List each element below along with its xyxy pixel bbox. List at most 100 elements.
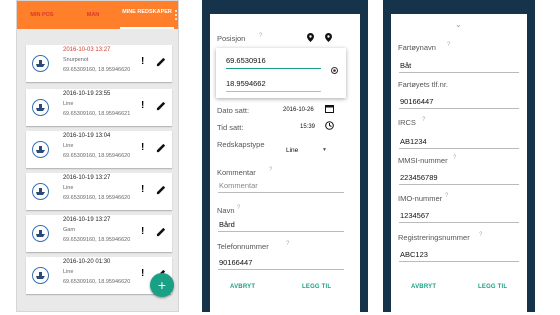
cancel-button[interactable]: AVBRYT <box>230 284 255 290</box>
card-coordinates: 69.65309160, 18.95946620 <box>63 237 131 243</box>
gear-card[interactable]: 2016-10-19 23:55 Line 69.65309160, 18.95… <box>26 89 172 126</box>
registration-underline <box>399 261 519 262</box>
tab-my-gear[interactable]: MINE REDSKAPER <box>120 1 174 29</box>
registration-input[interactable]: ABC123 <box>400 250 428 259</box>
help-icon[interactable]: ? <box>445 193 448 199</box>
card-coordinates: 69.65309160, 18.95946620 <box>63 153 131 159</box>
boat-icon <box>32 225 49 242</box>
comment-input[interactable]: Kommentar <box>219 181 258 190</box>
imo-label: IMO-nummer <box>398 194 443 203</box>
alert-icon[interactable]: ! <box>141 56 144 67</box>
card-gear-type: Line <box>63 269 74 275</box>
boat-icon <box>32 99 49 116</box>
gear-card[interactable]: 2016-10-19 13:27 Line 69.65309160, 18.95… <box>26 173 172 210</box>
ircs-label: IRCS <box>398 118 416 127</box>
new-gear-screen: Posisjon ? 69.6530916 18.9594662 Dato sa… <box>202 0 368 312</box>
location-pin-icon[interactable] <box>307 33 314 42</box>
boat-icon <box>32 141 49 158</box>
card-gear-type: Line <box>63 143 74 149</box>
tab-my-position[interactable]: MIN POS <box>17 1 67 29</box>
gear-card[interactable]: 2016-10-03 13:27 Snurpenot 69.65309160, … <box>26 45 172 82</box>
alert-icon[interactable]: ! <box>141 268 144 279</box>
card-date: 2016-10-19 13:04 <box>63 133 111 139</box>
help-icon[interactable]: ? <box>422 117 425 123</box>
alert-icon[interactable]: ! <box>141 142 144 153</box>
ircs-underline <box>399 148 519 149</box>
gear-card[interactable]: 2016-10-19 13:04 Line 69.65309160, 18.95… <box>26 131 172 168</box>
overflow-menu-icon[interactable] <box>174 9 178 21</box>
name-input[interactable]: Bård <box>219 220 235 229</box>
card-gear-type: Line <box>63 185 74 191</box>
mmsi-underline <box>399 184 519 185</box>
latitude-input[interactable]: 69.6530916 <box>226 56 266 65</box>
mmsi-label: MMSI-nummer <box>398 156 448 165</box>
gear-type-label: Redskapstype <box>217 140 265 149</box>
time-value[interactable]: 15:39 <box>300 124 315 130</box>
longitude-underline <box>226 91 321 92</box>
card-date: 2016-10-03 13:27 <box>63 47 111 53</box>
date-label: Dato satt: <box>217 106 250 115</box>
help-icon[interactable]: ? <box>269 167 272 173</box>
alert-icon[interactable]: ! <box>141 184 144 195</box>
gear-card[interactable]: 2016-10-19 13:27 Garn 69.65309160, 18.95… <box>26 215 172 252</box>
card-gear-type: Snurpenot <box>63 57 89 63</box>
vessel-dialog: ⌄ Fartøynavn ? Båt Fartøyets tlf.nr. 901… <box>391 14 527 312</box>
mmsi-input[interactable]: 223456789 <box>400 173 438 182</box>
boat-icon <box>32 267 49 284</box>
gear-list-screen: MIN POS MAN MINE REDSKAPER 2016-10-03 13… <box>16 0 179 312</box>
gear-type-select[interactable]: Line <box>286 147 298 154</box>
calendar-icon[interactable] <box>325 104 334 113</box>
latitude-underline <box>226 68 321 69</box>
add-button[interactable]: LEGG TIL <box>478 284 507 290</box>
card-gear-type: Garn <box>63 227 76 233</box>
vessel-phone-underline <box>399 108 519 109</box>
comment-underline <box>218 192 344 193</box>
map-pin-icon[interactable] <box>325 33 332 42</box>
help-icon[interactable]: ? <box>259 33 262 39</box>
vessel-phone-label: Fartøyets tlf.nr. <box>398 80 449 89</box>
add-gear-button[interactable]: + <box>150 273 174 297</box>
card-gear-type: Line <box>63 101 74 107</box>
edit-icon[interactable] <box>156 226 167 237</box>
comment-label: Kommentar <box>217 168 256 177</box>
date-value[interactable]: 2016-10-26 <box>283 107 314 113</box>
phone-underline <box>218 269 344 270</box>
edit-icon[interactable] <box>156 142 167 153</box>
edit-icon[interactable] <box>156 100 167 111</box>
card-coordinates: 69.65309160, 18.95946620 <box>63 67 131 73</box>
boat-icon <box>32 183 49 200</box>
phone-label: Telefonnummer <box>217 242 269 251</box>
tab-bar: MIN POS MAN MINE REDSKAPER <box>17 1 178 29</box>
vessel-name-label: Fartøynavn <box>398 43 436 52</box>
dropdown-arrow-icon[interactable]: ▼ <box>322 147 327 153</box>
card-date: 2016-10-19 13:27 <box>63 175 111 181</box>
vessel-name-underline <box>399 72 519 73</box>
edit-icon[interactable] <box>156 56 167 67</box>
card-date: 2016-10-19 23:55 <box>63 91 111 97</box>
help-icon[interactable]: ? <box>447 42 450 48</box>
add-button[interactable]: LEGG TIL <box>302 284 331 290</box>
tab-indicator <box>120 27 174 29</box>
help-icon[interactable]: ? <box>453 155 456 161</box>
scroll-indicator-icon: ⌄ <box>455 20 462 29</box>
time-label: Tid satt: <box>217 123 244 132</box>
help-icon[interactable]: ? <box>237 205 240 211</box>
alert-icon[interactable]: ! <box>141 226 144 237</box>
clock-icon[interactable] <box>325 121 334 130</box>
card-coordinates: 69.65309160, 18.95946621 <box>63 111 131 117</box>
phone-input[interactable]: 90166447 <box>219 258 252 267</box>
vessel-phone-input[interactable]: 90166447 <box>400 97 433 106</box>
tab-map[interactable]: MAN <box>69 1 117 29</box>
edit-icon[interactable] <box>156 184 167 195</box>
boat-icon <box>32 55 49 72</box>
longitude-input[interactable]: 18.9594662 <box>226 79 266 88</box>
help-icon[interactable]: ? <box>286 241 289 247</box>
imo-input[interactable]: 1234567 <box>400 211 429 220</box>
vessel-name-input[interactable]: Båt <box>400 61 411 70</box>
cancel-button[interactable]: AVBRYT <box>411 284 436 290</box>
gps-crosshair-icon[interactable] <box>330 66 339 75</box>
card-date: 2016-10-19 13:27 <box>63 217 111 223</box>
help-icon[interactable]: ? <box>479 232 482 238</box>
alert-icon[interactable]: ! <box>141 100 144 111</box>
ircs-input[interactable]: AB1234 <box>400 137 427 146</box>
